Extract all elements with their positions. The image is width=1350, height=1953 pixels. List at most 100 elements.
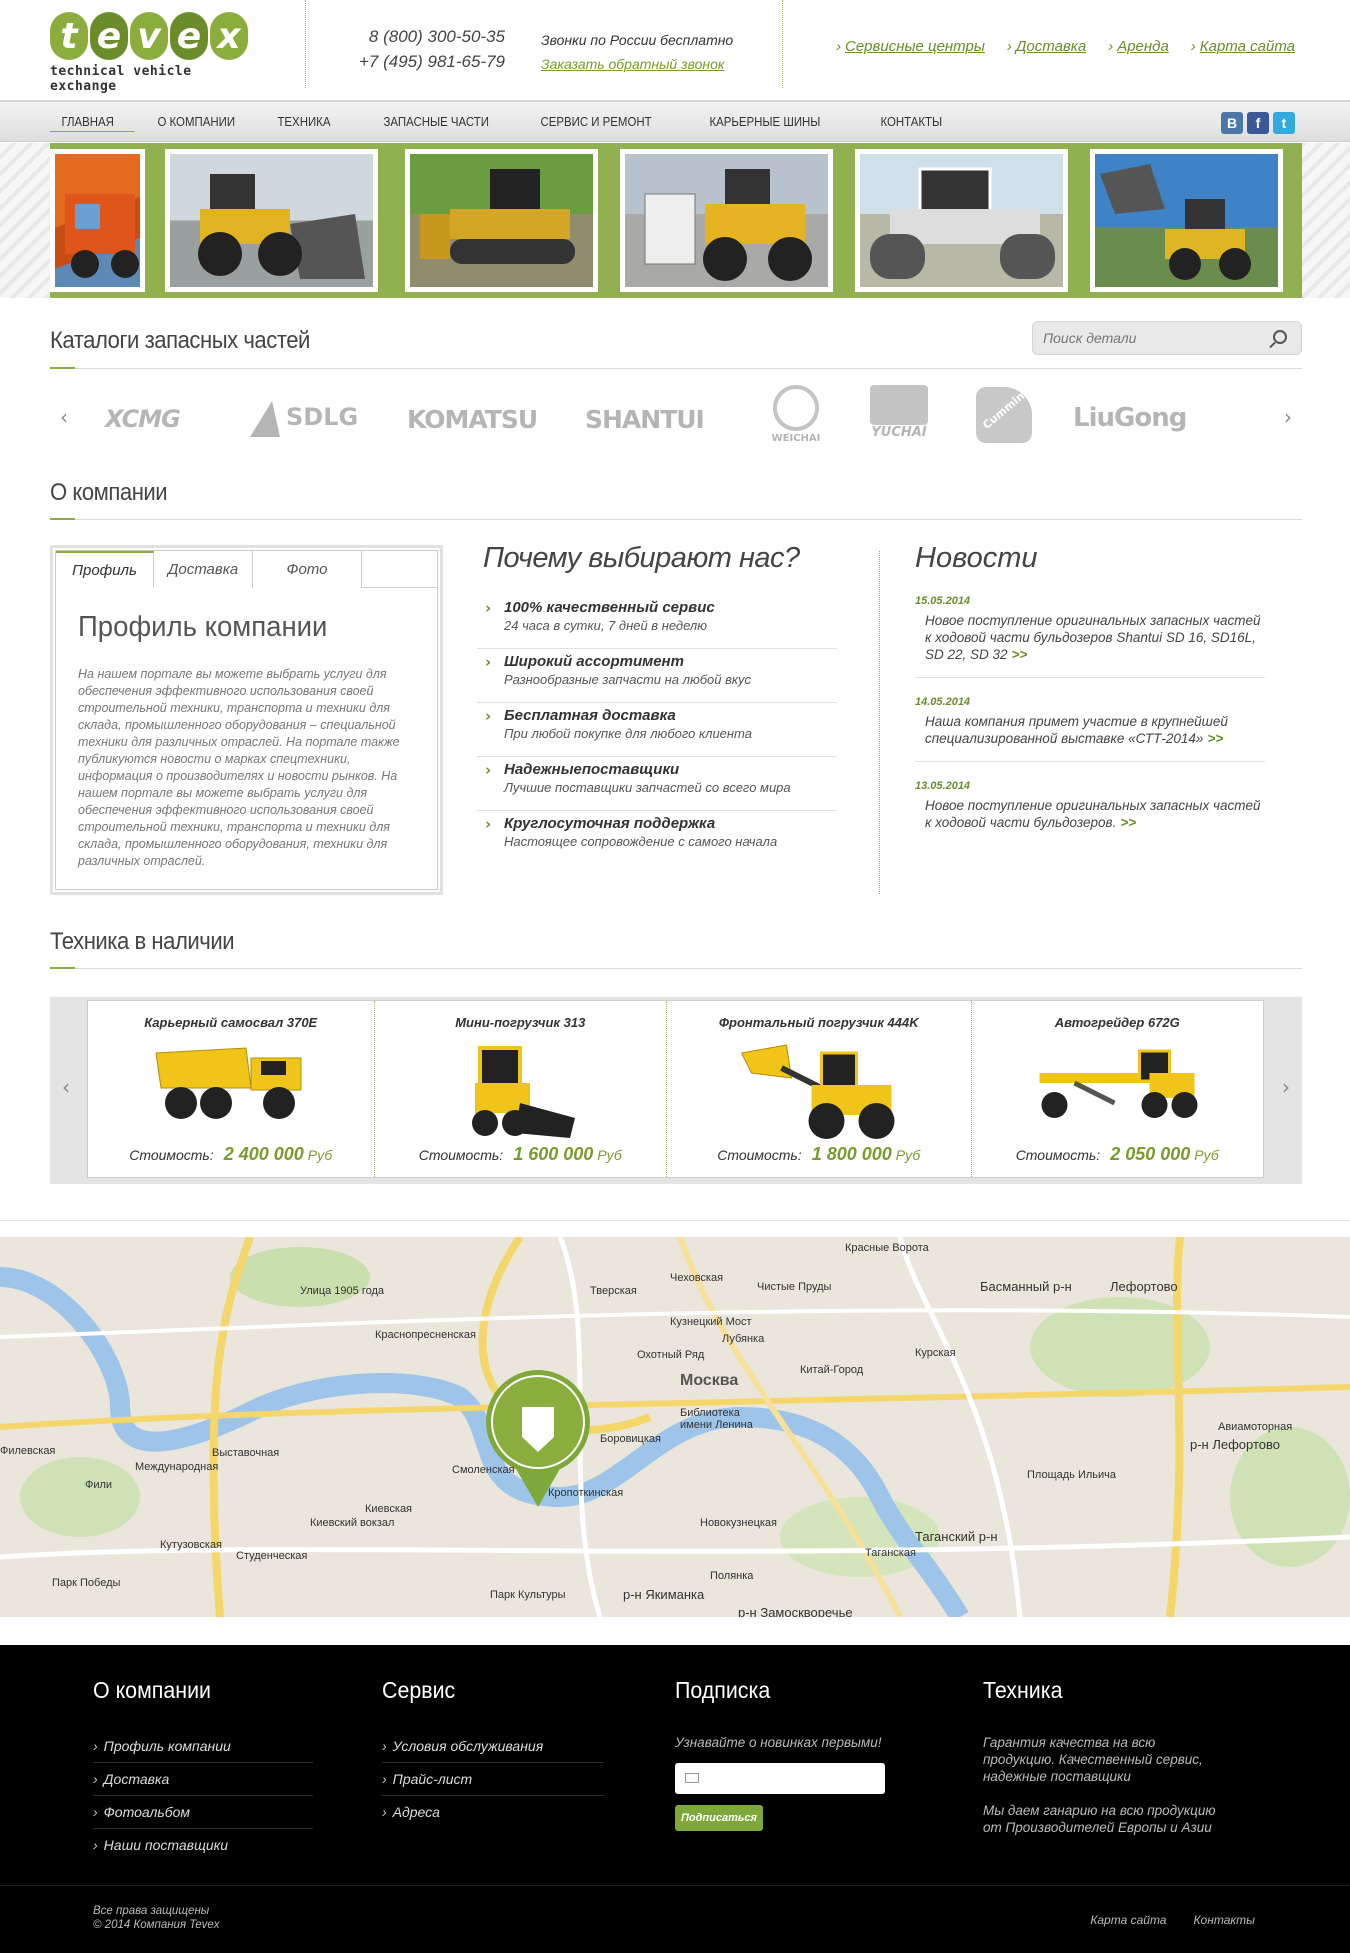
section-underline: [50, 367, 1302, 369]
callback-link[interactable]: Заказать обратный звонок: [541, 52, 733, 76]
top-link-rent[interactable]: › Аренда: [1108, 38, 1169, 55]
gallery-photo[interactable]: [620, 149, 833, 292]
news-heading: Новости: [915, 542, 1038, 574]
map-label: Площадь Ильича: [1027, 1469, 1116, 1481]
dump-truck-image: [155, 1047, 302, 1119]
facebook-icon[interactable]: f: [1247, 112, 1269, 134]
location-map[interactable]: Улица 1905 года Краснопресненская Тверск…: [0, 1237, 1350, 1617]
equipment-name: Карьерный самосвал 370E: [144, 1015, 318, 1030]
search-icon[interactable]: [1273, 330, 1287, 344]
map-label: Киевская: [365, 1503, 413, 1515]
footer-link[interactable]: Наши поставщики: [93, 1829, 313, 1862]
news-item: 13.05.2014 Новое поступление оригинальны…: [915, 780, 1265, 845]
tab-profile[interactable]: Профиль: [56, 551, 154, 588]
currency: Руб: [597, 1147, 622, 1163]
why-item-title: Бесплатная доставка: [504, 707, 676, 724]
carousel-prev-icon[interactable]: ‹: [60, 405, 68, 429]
equipment-price: 2 050 000: [1110, 1144, 1191, 1164]
footer-link[interactable]: Адреса: [382, 1796, 604, 1829]
equipment-card[interactable]: Фронтальный погрузчик 444K Стоимость: 1 8…: [667, 1001, 972, 1177]
brand-logo-yuchai[interactable]: YUCHAI: [868, 385, 930, 440]
nav-item-tires[interactable]: Карьерные шины: [698, 114, 848, 132]
phone-block: 8 (800) 300-50-35 +7 (495) 981-65-79: [330, 24, 505, 74]
tab-photo[interactable]: Фото: [253, 551, 362, 588]
read-more-link[interactable]: >>: [1120, 815, 1136, 830]
top-link-service-centers[interactable]: › Сервисные центры: [836, 38, 985, 55]
footer-link[interactable]: Доставка: [93, 1763, 313, 1796]
brand-logo-weichai[interactable]: WEICHAI: [766, 385, 826, 444]
top-link-sitemap[interactable]: › Карта сайта: [1191, 38, 1295, 55]
read-more-link[interactable]: >>: [1012, 647, 1028, 662]
chevron-right-icon: ›: [485, 707, 492, 725]
search-input[interactable]: [1033, 322, 1253, 354]
brand-logo-sdlg[interactable]: SDLG: [250, 401, 358, 437]
carousel-next-icon[interactable]: ›: [1282, 1075, 1290, 1099]
map-label: Киевский вокзал: [310, 1517, 395, 1529]
news-text[interactable]: Новое поступление оригинальных запасных …: [925, 613, 1261, 662]
news-text[interactable]: Наша компания примет участие в крупнейше…: [925, 714, 1228, 746]
nav-item-about[interactable]: О компании: [146, 114, 252, 132]
logo[interactable]: t e v e x technical vehicle exchange: [50, 12, 250, 94]
gallery-photo[interactable]: [405, 149, 598, 292]
nav-item-parts[interactable]: Запасные части: [372, 114, 510, 132]
gallery-photo[interactable]: [1090, 149, 1283, 292]
carousel-next-icon[interactable]: ›: [1284, 405, 1292, 429]
brand-logo-cummins[interactable]: Cummins: [976, 387, 1032, 443]
catalog-title: Каталоги запасных частей: [50, 327, 310, 354]
map-label: Смоленская: [452, 1464, 515, 1476]
tab-delivery[interactable]: Доставка: [154, 551, 253, 588]
carousel-prev-icon[interactable]: ‹: [62, 1075, 70, 1099]
divider: [305, 0, 306, 88]
vk-icon[interactable]: B: [1221, 112, 1243, 134]
top-links: › Сервисные центры › Доставка › Аренда › Кар…: [836, 38, 1295, 55]
brand-logo-komatsu[interactable]: KOMATSU: [407, 405, 538, 434]
map-label: Выставочная: [212, 1447, 280, 1459]
phone-number[interactable]: +7 (495) 981-65-79: [330, 49, 505, 74]
footer-link-contacts[interactable]: Контакты: [1193, 1913, 1255, 1927]
equipment-card[interactable]: Автогрейдер 672G Стоимость: 2 050 000 Руб: [972, 1001, 1264, 1177]
gallery-photo[interactable]: [855, 149, 1068, 292]
nav-item-contacts[interactable]: Контакты: [869, 114, 957, 132]
map-label: Новокузнецкая: [700, 1517, 777, 1529]
why-us-list: › 100% качественный сервис 24 часа в сут…: [477, 595, 837, 865]
footer-heading: О компании: [93, 1677, 211, 1703]
footer-link[interactable]: Фотоальбом: [93, 1796, 313, 1829]
brand-logo-xcmg[interactable]: XCMG: [105, 405, 181, 433]
brand-carousel: ‹ XCMG SDLG KOMATSU SHANTUI WEICHAI YUCH…: [50, 385, 1302, 455]
equipment-card[interactable]: Мини-погрузчик 313 Стоимость: 1 600 000 Ру…: [375, 1001, 668, 1177]
why-us-heading: Почему выбирают нас?: [483, 542, 800, 574]
twitter-icon[interactable]: t: [1273, 112, 1295, 134]
weichai-mark-icon: [773, 385, 819, 431]
news-date: 15.05.2014: [915, 595, 971, 607]
footer-link[interactable]: Прайс-лист: [382, 1763, 604, 1796]
footer-link-sitemap[interactable]: Карта сайта: [1090, 1913, 1166, 1927]
top-link-delivery[interactable]: › Доставка: [1007, 38, 1086, 55]
phone-number[interactable]: 8 (800) 300-50-35: [330, 24, 505, 49]
map-label: Лубянка: [722, 1333, 765, 1345]
news-list: 15.05.2014 Новое поступление оригинальны…: [915, 595, 1265, 863]
news-text[interactable]: Новое поступление оригинальных запасных …: [925, 798, 1261, 830]
nav-item-service[interactable]: Сервис и ремонт: [529, 114, 678, 132]
logo-letter: x: [210, 12, 248, 60]
brand-logo-shantui[interactable]: SHANTUI: [585, 405, 705, 434]
nav-item-home[interactable]: Главная: [50, 114, 135, 132]
equipment-card[interactable]: Карьерный самосвал 370E Стоимость: 2 400 …: [88, 1001, 375, 1177]
gallery-photo[interactable]: [165, 149, 378, 292]
subscribe-email-input[interactable]: [675, 1763, 885, 1794]
footer-heading: Техника: [983, 1677, 1063, 1703]
footer-bottom-links: Карта сайта Контакты: [1090, 1913, 1255, 1927]
gallery-photo[interactable]: [50, 149, 145, 292]
read-more-link[interactable]: >>: [1207, 731, 1223, 746]
profile-tabs: Профиль Доставка Фото Профиль компании Н…: [50, 545, 443, 895]
footer-link[interactable]: Профиль компании: [93, 1730, 313, 1763]
footer-link[interactable]: Условия обслуживания: [382, 1730, 604, 1763]
brand-logo-liugong[interactable]: LiuGong: [1073, 403, 1187, 433]
nav-item-equipment[interactable]: Техника: [266, 114, 359, 132]
search-box: [1032, 321, 1302, 355]
map-label: Международная: [135, 1461, 219, 1473]
subscribe-button[interactable]: Подписаться: [675, 1805, 763, 1831]
footer-heading: Сервис: [382, 1677, 456, 1703]
equipment-price: 1 600 000: [513, 1144, 594, 1164]
why-item-subtitle: Настоящее сопровождение с самого начала: [504, 834, 778, 849]
main-nav: Главная О компании Техника Запасные част…: [0, 100, 1350, 142]
